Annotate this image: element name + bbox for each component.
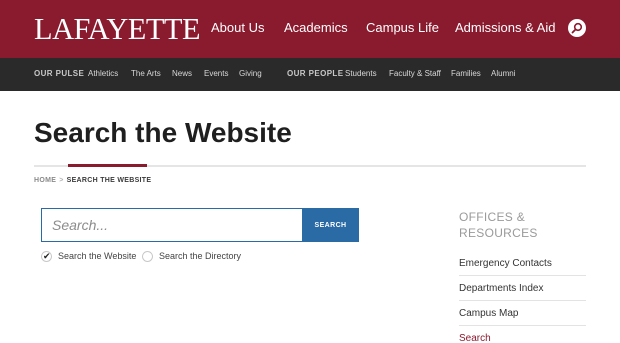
- sidebar-link-departments-index[interactable]: Departments Index: [459, 282, 544, 295]
- main-nav: About Us Academics Campus Life Admission…: [0, 19, 620, 39]
- page-title: Search the Website: [34, 117, 292, 148]
- subnav-item-families[interactable]: Families: [451, 69, 481, 79]
- nav-campus-life[interactable]: Campus Life: [366, 19, 439, 37]
- subnav-item-athletics[interactable]: Athletics: [88, 69, 118, 79]
- radio-checked[interactable]: ✔: [41, 250, 52, 262]
- subnav-item-alumni[interactable]: Alumni: [491, 69, 515, 79]
- radio-label-directory: Search the Directory: [159, 250, 242, 261]
- radio-search-website[interactable]: ✔ Search the Website: [41, 250, 136, 262]
- search-input[interactable]: [41, 208, 303, 242]
- subnav-item-news[interactable]: News: [172, 69, 192, 79]
- radio-label-website: Search the Website: [58, 250, 137, 261]
- nav-admissions-aid[interactable]: Admissions & Aid: [455, 19, 555, 37]
- breadcrumb-home[interactable]: HOME: [34, 177, 56, 184]
- subnav-item-faculty-staff[interactable]: Faculty & Staff: [389, 69, 441, 79]
- sidebar-link-campus-map[interactable]: Campus Map: [459, 307, 518, 320]
- sidebar-divider: [459, 275, 586, 276]
- sidebar-link-search[interactable]: Search: [459, 332, 491, 343]
- sidebar-divider: [459, 300, 586, 301]
- sidebar-divider: [459, 325, 586, 326]
- subnav-heading-our-people: OUR PEOPLE: [287, 69, 344, 78]
- nav-about-us[interactable]: About Us: [211, 19, 264, 37]
- search-icon[interactable]: [568, 19, 586, 37]
- subnav-item-events[interactable]: Events: [204, 69, 228, 79]
- sidebar-link-emergency-contacts[interactable]: Emergency Contacts: [459, 257, 552, 270]
- search-button[interactable]: SEARCH: [302, 208, 359, 242]
- radio-unchecked[interactable]: [142, 250, 153, 262]
- subnav-heading-our-pulse: OUR PULSE: [34, 69, 85, 78]
- subnav-item-the-arts[interactable]: The Arts: [131, 69, 161, 79]
- subnav-item-students[interactable]: Students: [345, 69, 377, 79]
- radio-search-directory[interactable]: Search the Directory: [142, 250, 241, 262]
- breadcrumb-separator: >: [59, 177, 64, 184]
- subnav-item-giving[interactable]: Giving: [239, 69, 262, 79]
- secondary-nav: OUR PULSE Athletics The Arts News Events…: [0, 58, 620, 91]
- site-header: LAFAYETTE About Us Academics Campus Life…: [0, 0, 620, 58]
- title-accent-bar: [68, 164, 147, 167]
- nav-academics[interactable]: Academics: [284, 19, 348, 37]
- checkmark-icon: ✔: [43, 250, 51, 261]
- sidebar-heading: OFFICES & RESOURCES: [459, 210, 538, 240]
- breadcrumb-current: SEARCH THE WEBSITE: [66, 177, 152, 184]
- breadcrumb: HOME > SEARCH THE WEBSITE: [34, 176, 151, 185]
